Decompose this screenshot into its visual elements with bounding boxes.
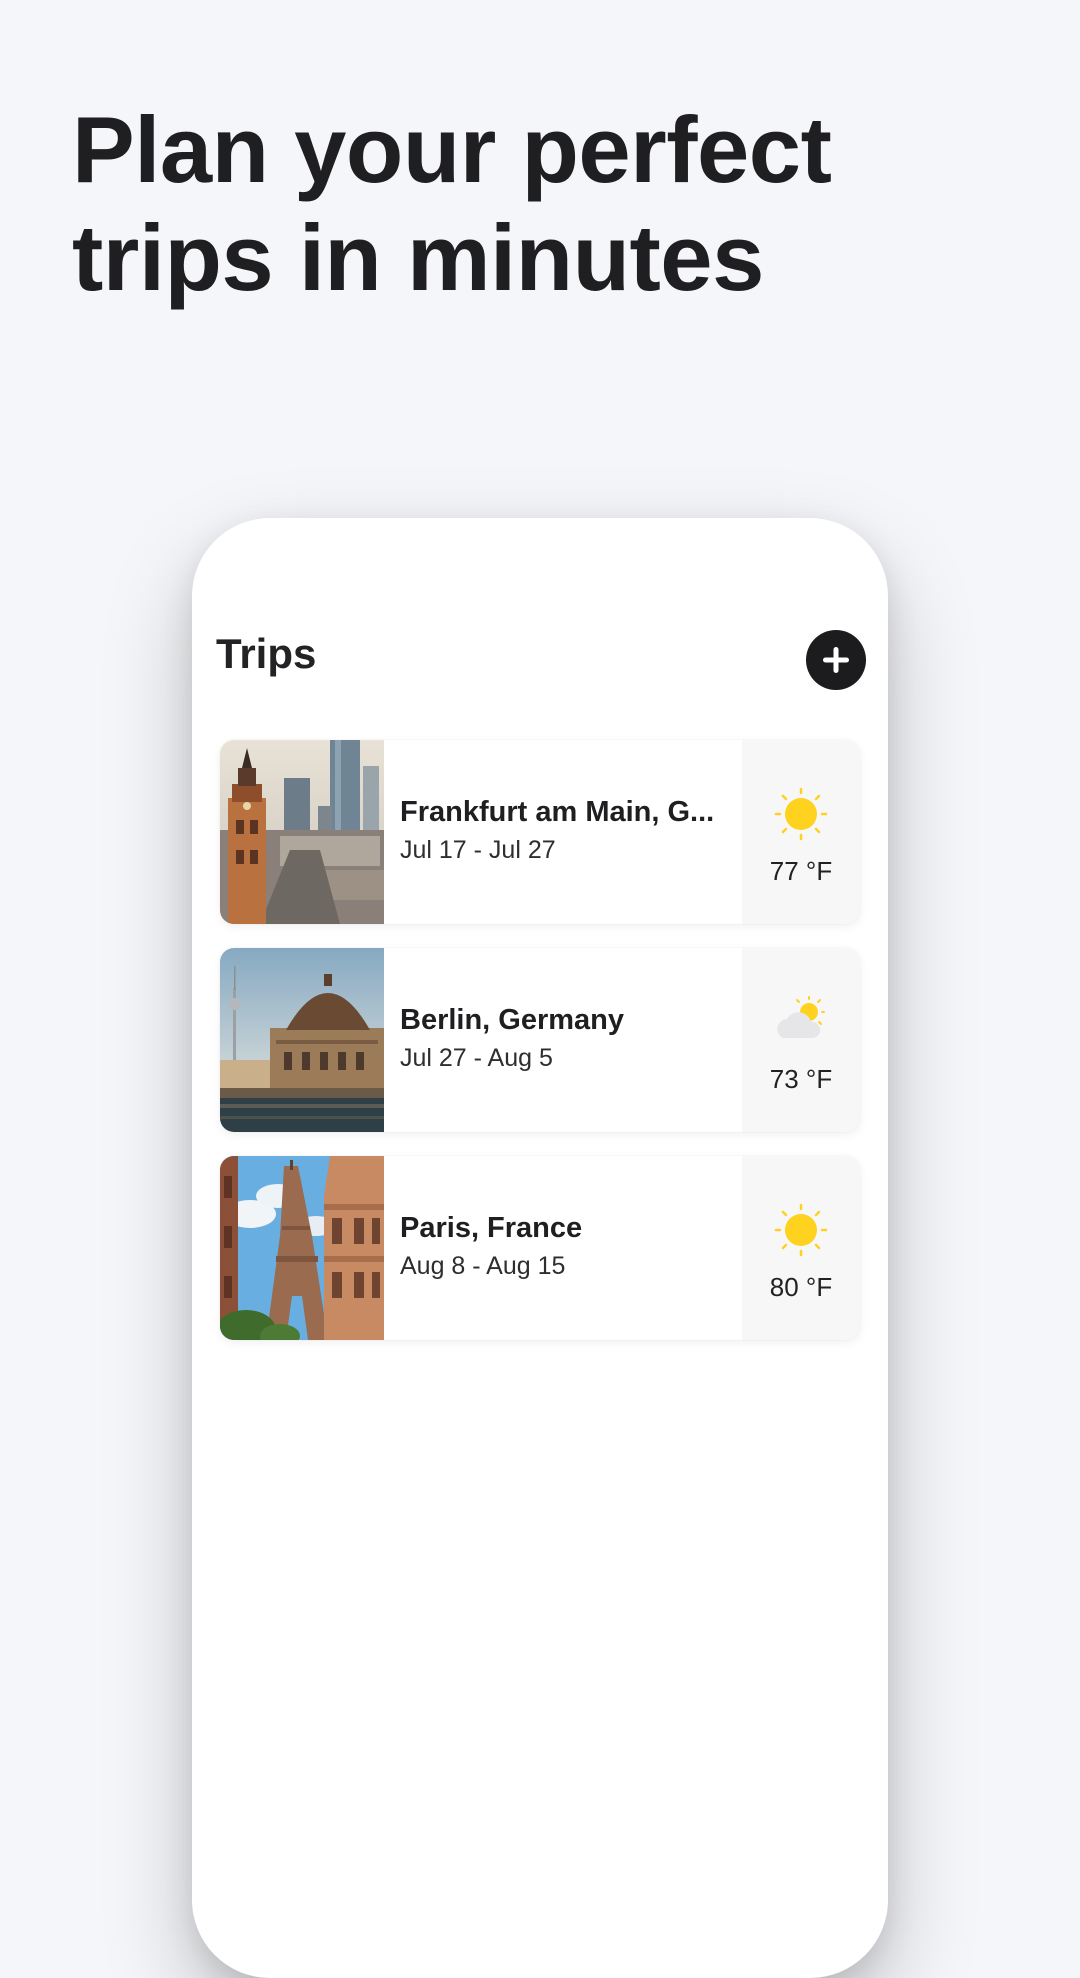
trip-list: Frankfurt am Main, G... Jul 17 - Jul 27 — [220, 740, 860, 1364]
plus-icon — [823, 647, 849, 673]
frankfurt-photo — [220, 740, 384, 924]
trip-info: Paris, France Aug 8 - Aug 15 — [384, 1156, 742, 1340]
trip-city: Paris, France — [400, 1212, 583, 1244]
weather-panel: 80 °F — [742, 1156, 860, 1340]
paris-photo — [220, 1156, 384, 1340]
trip-dates: Jul 17 - Jul 27 — [400, 836, 556, 864]
phone-mockup: Trips Frankfurt am Main, G... Jul 17 - J… — [192, 518, 888, 1978]
trip-dates: Aug 8 - Aug 15 — [400, 1252, 566, 1280]
weather-panel: 73 °F — [742, 948, 860, 1132]
trip-card-paris[interactable]: Paris, France Aug 8 - Aug 15 80 °F — [220, 1156, 860, 1340]
sun-icon — [774, 787, 828, 841]
temperature: 80 °F — [769, 1272, 833, 1302]
headline-line-1: Plan your perfect — [72, 97, 832, 202]
trip-city: Frankfurt am Main, G... — [400, 796, 715, 828]
trip-info: Frankfurt am Main, G... Jul 17 - Jul 27 — [384, 740, 742, 924]
temperature: 77 °F — [769, 856, 833, 886]
trip-dates: Jul 27 - Aug 5 — [400, 1044, 553, 1072]
temperature: 73 °F — [769, 1064, 833, 1094]
screen-title: Trips — [216, 630, 317, 677]
add-trip-button[interactable] — [806, 630, 866, 690]
berlin-photo — [220, 948, 384, 1132]
sun-icon — [774, 1203, 828, 1257]
trip-card-frankfurt[interactable]: Frankfurt am Main, G... Jul 17 - Jul 27 — [220, 740, 860, 924]
trip-city: Berlin, Germany — [400, 1004, 625, 1036]
trip-info: Berlin, Germany Jul 27 - Aug 5 — [384, 948, 742, 1132]
partly-cloudy-icon — [777, 996, 825, 1038]
weather-panel: 77 °F — [742, 740, 860, 924]
headline-line-2: trips in minutes — [72, 205, 764, 310]
headline: Plan your perfect trips in minutes — [72, 96, 972, 312]
trip-card-berlin[interactable]: Berlin, Germany Jul 27 - Aug 5 73 °F — [220, 948, 860, 1132]
